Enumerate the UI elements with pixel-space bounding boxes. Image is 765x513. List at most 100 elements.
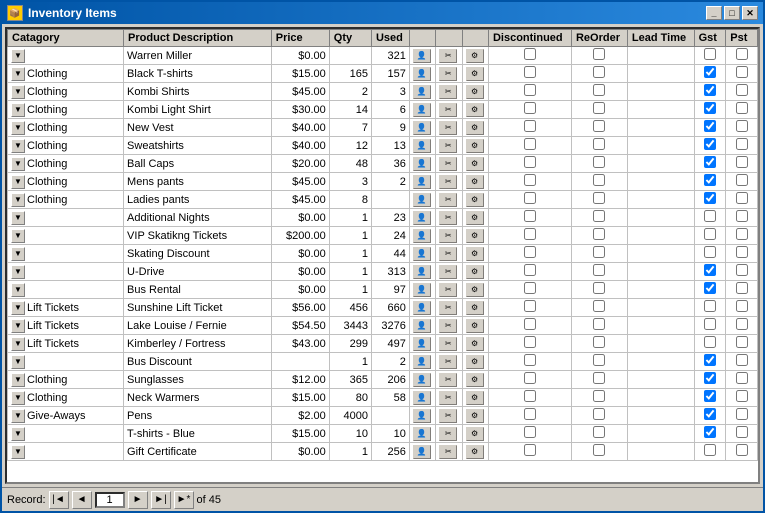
gst-checkbox[interactable] — [704, 282, 716, 294]
edit-icon-button[interactable]: 👤 — [413, 355, 431, 369]
detail-icon-button[interactable]: ✂ — [439, 373, 457, 387]
discontinued-checkbox[interactable] — [524, 228, 536, 240]
nav-first-button[interactable]: |◄ — [49, 491, 69, 509]
detail-icon-button[interactable]: ✂ — [439, 355, 457, 369]
discontinued-checkbox[interactable] — [524, 102, 536, 114]
edit-icon-button[interactable]: 👤 — [413, 157, 431, 171]
reorder-checkbox[interactable] — [593, 120, 605, 132]
edit-icon-button[interactable]: 👤 — [413, 337, 431, 351]
reorder-checkbox[interactable] — [593, 300, 605, 312]
nav-next-button[interactable]: ► — [128, 491, 148, 509]
edit-icon-button[interactable]: 👤 — [413, 265, 431, 279]
pst-checkbox[interactable] — [736, 354, 748, 366]
edit-icon-button[interactable]: 👤 — [413, 103, 431, 117]
detail-icon-button[interactable]: ✂ — [439, 157, 457, 171]
gst-checkbox[interactable] — [704, 48, 716, 60]
reorder-checkbox[interactable] — [593, 66, 605, 78]
info-icon-button[interactable]: ⚙ — [466, 49, 484, 63]
reorder-checkbox[interactable] — [593, 228, 605, 240]
info-icon-button[interactable]: ⚙ — [466, 175, 484, 189]
gst-checkbox[interactable] — [704, 390, 716, 402]
edit-icon-button[interactable]: 👤 — [413, 175, 431, 189]
edit-icon-button[interactable]: 👤 — [413, 49, 431, 63]
reorder-checkbox[interactable] — [593, 192, 605, 204]
detail-icon-button[interactable]: ✂ — [439, 175, 457, 189]
gst-checkbox[interactable] — [704, 102, 716, 114]
pst-checkbox[interactable] — [736, 444, 748, 456]
category-dropdown[interactable]: ▼ — [11, 283, 25, 297]
reorder-checkbox[interactable] — [593, 390, 605, 402]
reorder-checkbox[interactable] — [593, 246, 605, 258]
detail-icon-button[interactable]: ✂ — [439, 427, 457, 441]
pst-checkbox[interactable] — [736, 174, 748, 186]
info-icon-button[interactable]: ⚙ — [466, 193, 484, 207]
category-dropdown[interactable]: ▼ — [11, 139, 25, 153]
category-dropdown[interactable]: ▼ — [11, 337, 25, 351]
pst-checkbox[interactable] — [736, 408, 748, 420]
detail-icon-button[interactable]: ✂ — [439, 121, 457, 135]
category-dropdown[interactable]: ▼ — [11, 391, 25, 405]
gst-checkbox[interactable] — [704, 156, 716, 168]
edit-icon-button[interactable]: 👤 — [413, 301, 431, 315]
pst-checkbox[interactable] — [736, 120, 748, 132]
pst-checkbox[interactable] — [736, 84, 748, 96]
discontinued-checkbox[interactable] — [524, 66, 536, 78]
info-icon-button[interactable]: ⚙ — [466, 301, 484, 315]
edit-icon-button[interactable]: 👤 — [413, 139, 431, 153]
nav-new-button[interactable]: ►* — [174, 491, 194, 509]
discontinued-checkbox[interactable] — [524, 336, 536, 348]
category-dropdown[interactable]: ▼ — [11, 121, 25, 135]
pst-checkbox[interactable] — [736, 264, 748, 276]
edit-icon-button[interactable]: 👤 — [413, 247, 431, 261]
pst-checkbox[interactable] — [736, 300, 748, 312]
reorder-checkbox[interactable] — [593, 372, 605, 384]
reorder-checkbox[interactable] — [593, 48, 605, 60]
gst-checkbox[interactable] — [704, 444, 716, 456]
detail-icon-button[interactable]: ✂ — [439, 85, 457, 99]
discontinued-checkbox[interactable] — [524, 84, 536, 96]
nav-prev-button[interactable]: ◄ — [72, 491, 92, 509]
discontinued-checkbox[interactable] — [524, 246, 536, 258]
info-icon-button[interactable]: ⚙ — [466, 265, 484, 279]
reorder-checkbox[interactable] — [593, 318, 605, 330]
reorder-checkbox[interactable] — [593, 210, 605, 222]
info-icon-button[interactable]: ⚙ — [466, 157, 484, 171]
info-icon-button[interactable]: ⚙ — [466, 85, 484, 99]
edit-icon-button[interactable]: 👤 — [413, 427, 431, 441]
gst-checkbox[interactable] — [704, 174, 716, 186]
reorder-checkbox[interactable] — [593, 408, 605, 420]
edit-icon-button[interactable]: 👤 — [413, 229, 431, 243]
detail-icon-button[interactable]: ✂ — [439, 211, 457, 225]
info-icon-button[interactable]: ⚙ — [466, 427, 484, 441]
pst-checkbox[interactable] — [736, 390, 748, 402]
edit-icon-button[interactable]: 👤 — [413, 409, 431, 423]
detail-icon-button[interactable]: ✂ — [439, 49, 457, 63]
edit-icon-button[interactable]: 👤 — [413, 445, 431, 459]
discontinued-checkbox[interactable] — [524, 48, 536, 60]
detail-icon-button[interactable]: ✂ — [439, 247, 457, 261]
gst-checkbox[interactable] — [704, 300, 716, 312]
discontinued-checkbox[interactable] — [524, 390, 536, 402]
edit-icon-button[interactable]: 👤 — [413, 85, 431, 99]
detail-icon-button[interactable]: ✂ — [439, 301, 457, 315]
pst-checkbox[interactable] — [736, 192, 748, 204]
pst-checkbox[interactable] — [736, 210, 748, 222]
category-dropdown[interactable]: ▼ — [11, 85, 25, 99]
reorder-checkbox[interactable] — [593, 156, 605, 168]
info-icon-button[interactable]: ⚙ — [466, 355, 484, 369]
detail-icon-button[interactable]: ✂ — [439, 391, 457, 405]
discontinued-checkbox[interactable] — [524, 372, 536, 384]
detail-icon-button[interactable]: ✂ — [439, 67, 457, 81]
gst-checkbox[interactable] — [704, 408, 716, 420]
gst-checkbox[interactable] — [704, 246, 716, 258]
gst-checkbox[interactable] — [704, 84, 716, 96]
discontinued-checkbox[interactable] — [524, 426, 536, 438]
category-dropdown[interactable]: ▼ — [11, 319, 25, 333]
maximize-button[interactable]: □ — [724, 6, 740, 20]
category-dropdown[interactable]: ▼ — [11, 445, 25, 459]
gst-checkbox[interactable] — [704, 66, 716, 78]
reorder-checkbox[interactable] — [593, 336, 605, 348]
gst-checkbox[interactable] — [704, 426, 716, 438]
category-dropdown[interactable]: ▼ — [11, 211, 25, 225]
info-icon-button[interactable]: ⚙ — [466, 445, 484, 459]
